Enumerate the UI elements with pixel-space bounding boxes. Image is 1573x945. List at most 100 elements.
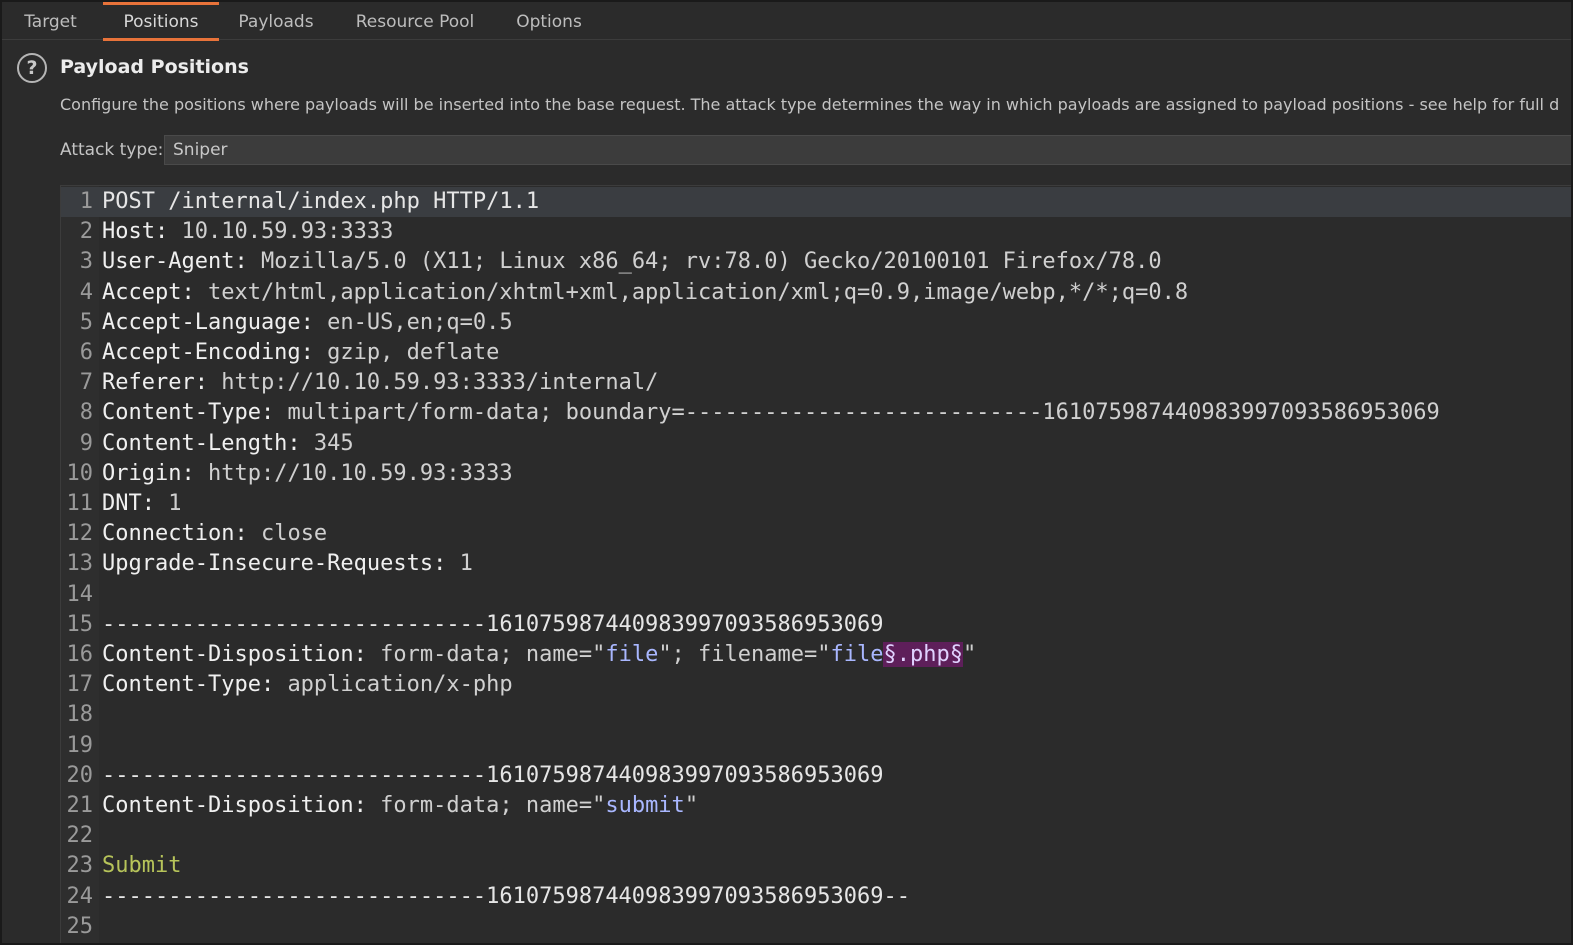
line-content: Connection: close [102,519,327,549]
line-content: Upgrade-Insecure-Requests: 1 [102,549,473,579]
line-content: -----------------------------16107598744… [102,761,883,791]
line-content: Content-Type: application/x-php [102,670,513,700]
line-content: Accept-Language: en-US,en;q=0.5 [102,308,513,338]
line-content: Accept: text/html,application/xhtml+xml,… [102,278,1188,308]
request-line[interactable]: 22 [61,821,1571,851]
tab-resource-pool[interactable]: Resource Pool [340,2,490,40]
line-number: 22 [66,823,94,849]
code-token: Upgrade-Insecure-Requests: [102,551,460,577]
code-token: DNT: [102,491,169,516]
request-line[interactable]: 3 User-Agent: Mozilla/5.0 (X11; Linux x86… [61,247,1571,277]
request-line[interactable]: 4 Accept: text/html,application/xhtml+xml… [61,278,1571,308]
line-content: Content-Disposition: form-data; name="fi… [102,640,976,670]
line-number: 2 [79,219,93,245]
request-editor[interactable]: 1 POST /internal/index.php HTTP/1.1 2 Host:… [60,185,1571,943]
request-line[interactable]: 17 Content-Type: application/x-php [61,670,1571,700]
code-token: multipart/form-data; boundary=----------… [287,400,1440,426]
request-line[interactable]: 20 -----------------------------161075987… [61,761,1571,791]
code-token: Content-Disposition: [102,793,381,818]
code-token: submit [605,793,685,818]
request-line[interactable]: 25 [61,912,1571,942]
line-content: Content-Type: multipart/form-data; bound… [102,398,1440,428]
line-content: Content-Length: 345 [102,429,354,459]
request-line[interactable]: 6 Accept-Encoding: gzip, deflate [61,338,1571,368]
line-content: Submit [102,851,181,881]
attack-type-label: Attack type: [60,140,164,160]
tab-bar: Target Positions Payloads Resource Pool … [2,2,1571,41]
line-number: 15 [66,611,94,637]
line-number: 21 [66,793,94,818]
tab-positions[interactable]: Positions [103,2,219,41]
code-token: POST /internal/index.php HTTP/1.1 [102,189,540,214]
code-token: -----------------------------16107598744… [102,883,910,909]
tab-options[interactable]: Options [502,2,596,40]
help-icon[interactable]: ? [17,53,47,83]
request-line[interactable]: 11 DNT: 1 [61,489,1571,519]
line-content: DNT: 1 [102,489,181,519]
section-title: Payload Positions [60,56,249,78]
code-token: http://10.10.59.93:3333 [207,460,513,486]
tab-payloads[interactable]: Payloads [224,2,328,40]
request-line[interactable]: 7 Referer: http://10.10.59.93:3333/intern… [61,368,1571,398]
code-token: User-Agent: [102,249,261,275]
request-line[interactable]: 5 Accept-Language: en-US,en;q=0.5 [61,308,1571,338]
payload-position-marker: §.php§ [883,642,963,667]
line-number: 7 [79,370,93,396]
line-number: 20 [66,762,94,788]
line-number: 9 [79,430,93,456]
line-number: 10 [66,460,94,486]
request-line[interactable]: 24 -----------------------------161075987… [61,882,1571,912]
code-token: Referer: [102,370,222,396]
request-line[interactable]: 8 Content-Type: multipart/form-data; boun… [61,398,1571,428]
attack-type-select[interactable]: Sniper [164,135,1571,165]
code-token: -----------------------------16107598744… [102,762,884,788]
request-line[interactable]: 23 Submit [61,851,1571,881]
request-line[interactable]: 1 POST /internal/index.php HTTP/1.1 [61,187,1571,217]
code-token: http://10.10.59.93:3333/internal/ [221,370,659,396]
line-content: Referer: http://10.10.59.93:3333/interna… [102,368,658,398]
line-number: 4 [79,279,93,305]
tab-target[interactable]: Target [2,2,99,40]
line-number: 17 [66,672,94,698]
code-token: Content-Type: [102,672,288,698]
request-line[interactable]: 18 [61,700,1571,730]
request-line[interactable]: 12 Connection: close [61,519,1571,549]
line-content: Accept-Encoding: gzip, deflate [102,338,499,368]
code-token: 1 [459,551,473,577]
request-line[interactable]: 13 Upgrade-Insecure-Requests: 1 [61,549,1571,579]
code-token: Host: [102,219,182,245]
line-content: Host: 10.10.59.93:3333 [102,217,393,247]
request-line[interactable]: 10 Origin: http://10.10.59.93:3333 [61,459,1571,489]
code-token: 10.10.59.93:3333 [181,219,394,245]
code-token: 345 [313,430,354,456]
line-number: 13 [66,551,94,577]
code-token: " [962,642,977,667]
code-token: "; filename=" [658,642,831,667]
code-token: Submit [102,853,182,879]
line-number: 5 [79,309,93,335]
line-number: 23 [66,853,94,879]
request-line[interactable]: 9 Content-Length: 345 [61,429,1571,459]
request-line[interactable]: 16 Content-Disposition: form-data; name="… [61,640,1571,670]
code-token: Mozilla/5.0 (X11; Linux x86_64; rv:78.0)… [260,249,1162,275]
code-token: text/html,application/xhtml+xml,applicat… [207,279,1189,305]
line-number: 6 [79,340,93,365]
line-content: POST /internal/index.php HTTP/1.1 [102,187,539,217]
line-content: Content-Disposition: form-data; name="su… [102,791,698,821]
code-token: Accept-Language: [102,309,328,335]
line-content: User-Agent: Mozilla/5.0 (X11; Linux x86_… [102,247,1162,277]
line-number: 3 [79,249,93,275]
line-number: 24 [66,883,94,909]
code-token: Content-Type: [102,400,288,426]
request-line[interactable]: 19 [61,731,1571,761]
code-token: 1 [168,491,182,516]
section-description: Configure the positions where payloads w… [60,95,1560,114]
code-token: form-data; name=" [380,793,606,818]
request-line[interactable]: 21 Content-Disposition: form-data; name="… [61,791,1571,821]
request-line[interactable]: 15 -----------------------------161075987… [61,610,1571,640]
request-line[interactable]: 2 Host: 10.10.59.93:3333 [61,217,1571,247]
request-line[interactable]: 14 [61,580,1571,610]
line-number: 18 [66,702,94,728]
code-token: gzip, deflate [327,340,500,365]
code-token: en-US,en;q=0.5 [327,309,513,335]
